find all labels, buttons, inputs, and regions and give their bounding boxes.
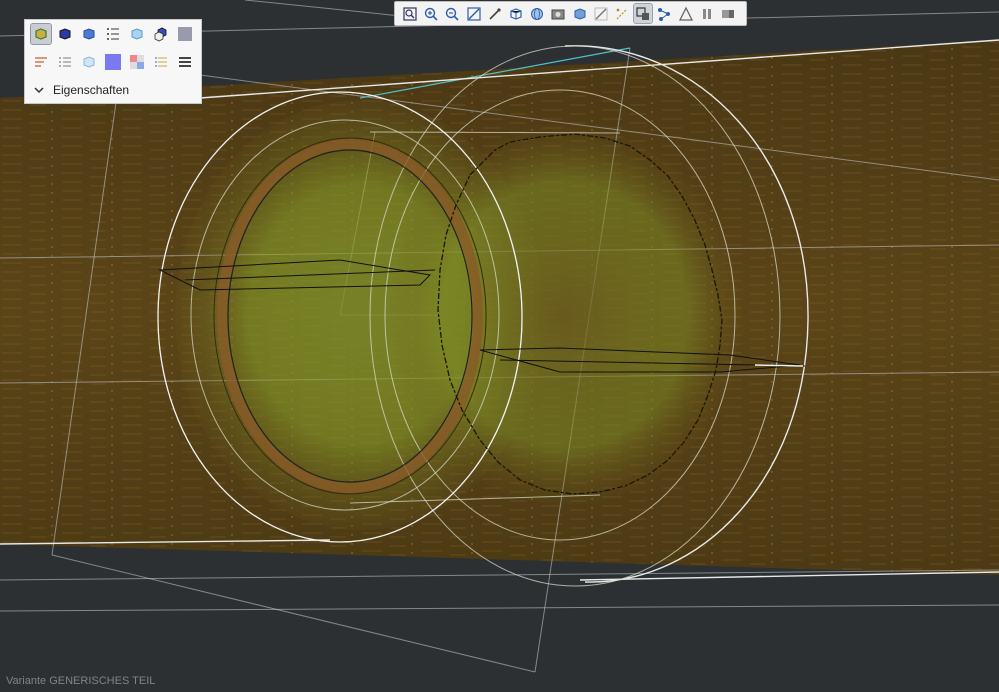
shaded-color-icon[interactable] — [30, 23, 52, 45]
measure-icon[interactable] — [613, 4, 631, 23]
cube-blue-icon[interactable] — [79, 24, 99, 44]
solid-cube-icon[interactable] — [55, 24, 75, 44]
zoom-fit-icon[interactable] — [401, 4, 419, 23]
properties-label: Eigenschaften — [53, 83, 130, 97]
light-cube-icon[interactable] — [79, 52, 99, 72]
shade-icon[interactable] — [571, 4, 589, 23]
view-toolbar — [394, 1, 747, 26]
transparent-cube-icon[interactable] — [127, 24, 147, 44]
view-globe-icon[interactable] — [528, 4, 546, 23]
graph-icon[interactable] — [655, 4, 673, 23]
section-icon[interactable] — [592, 4, 610, 23]
zoom-window-icon[interactable] — [465, 4, 483, 23]
pause-icon[interactable] — [698, 4, 716, 23]
zoom-in-icon[interactable] — [422, 4, 440, 23]
pan-icon[interactable] — [486, 4, 504, 23]
render-mode-icon[interactable] — [549, 4, 567, 23]
display-panel: Eigenschaften — [24, 19, 202, 104]
variant-status-text: Variante GENERISCHES TEIL — [6, 675, 156, 687]
stop-icon[interactable] — [719, 4, 737, 23]
chevron-down-icon — [34, 87, 44, 94]
view-cube-icon[interactable] — [507, 4, 525, 23]
checklist-icon[interactable] — [55, 52, 75, 72]
list-tree-icon[interactable] — [103, 24, 123, 44]
menu-lines-icon[interactable] — [175, 52, 195, 72]
gray-swatch-icon[interactable] — [175, 24, 195, 44]
panel-row-2 — [31, 52, 199, 72]
triangle-mesh-icon[interactable] — [676, 4, 694, 23]
properties-toggle[interactable]: Eigenschaften — [33, 80, 129, 100]
blue-swatch-icon[interactable] — [103, 52, 123, 72]
display-options-icon[interactable] — [633, 3, 654, 24]
zoom-out-icon[interactable] — [443, 4, 461, 23]
checker-icon[interactable] — [127, 52, 147, 72]
filter-list-icon[interactable] — [151, 52, 171, 72]
panel-row-1 — [30, 23, 199, 45]
assembly-icon[interactable] — [151, 24, 171, 44]
sort-lines-icon[interactable] — [31, 52, 51, 72]
